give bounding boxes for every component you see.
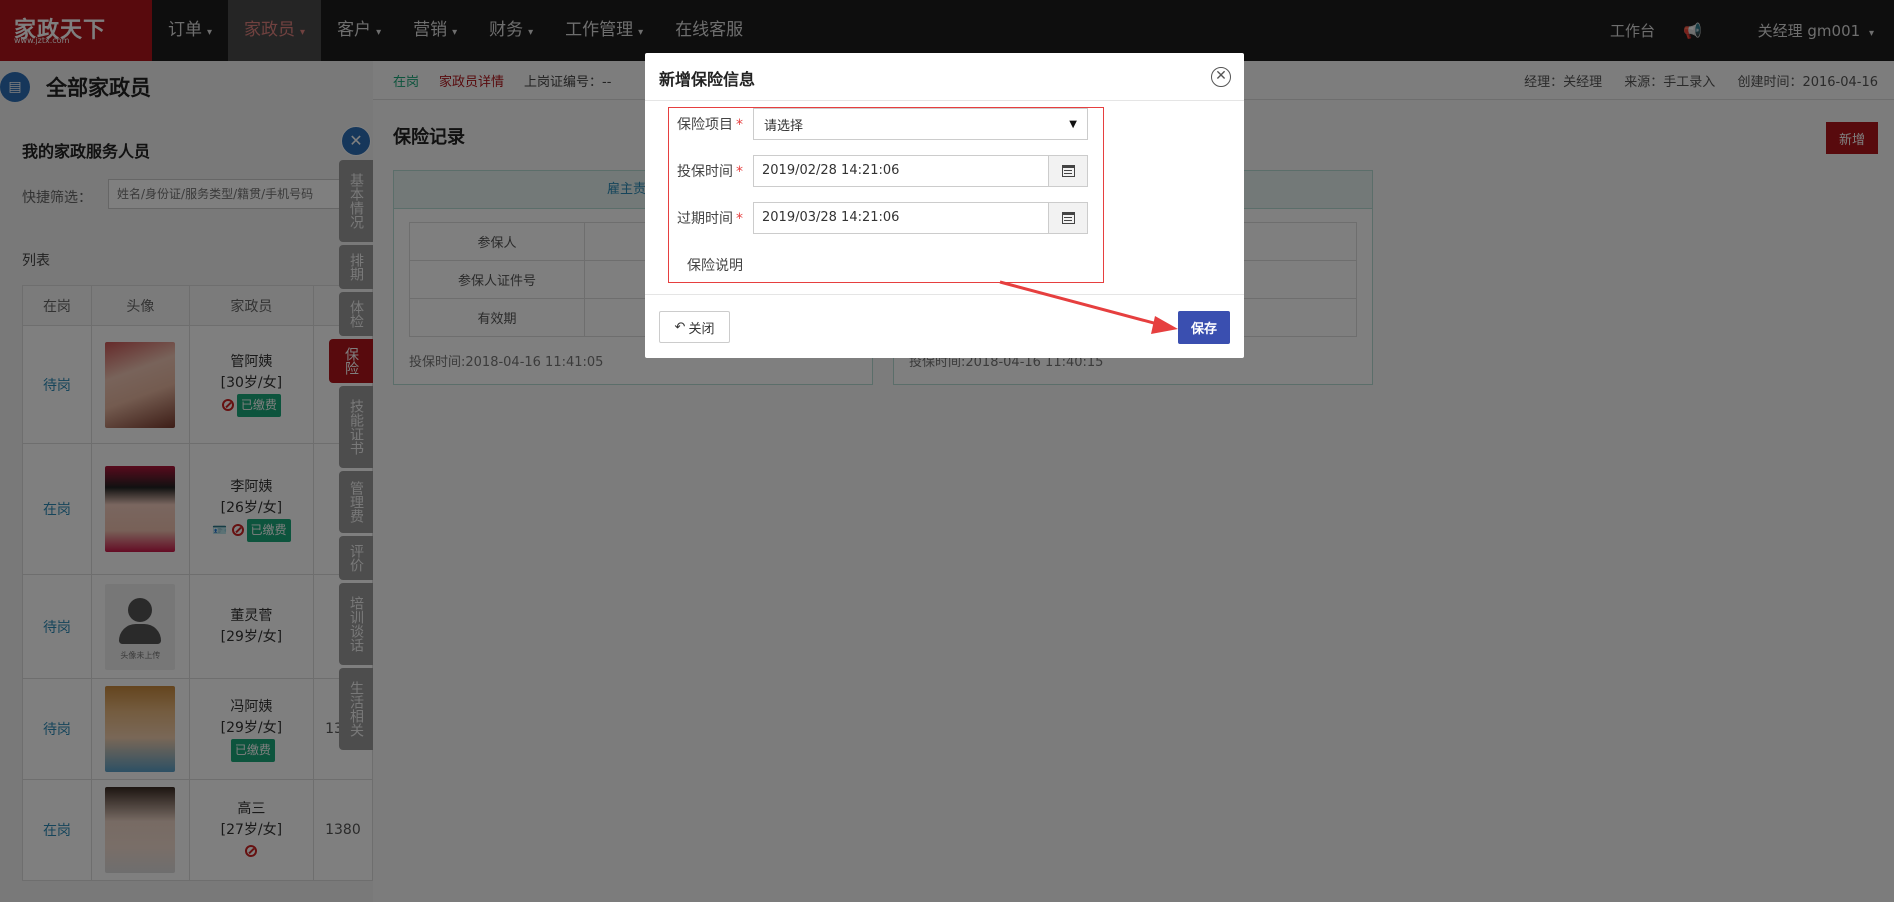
insurance-type-select[interactable]: 请选择 ▼ [753, 108, 1088, 140]
modal-footer: ↶ 关闭 保存 [645, 294, 1244, 358]
field-label: 保险说明 [687, 258, 743, 274]
calendar-button[interactable] [1049, 155, 1088, 187]
close-button[interactable]: ↶ 关闭 [659, 311, 730, 343]
form-row: 投保时间 * 2019/02/28 14:21:06 [669, 155, 1088, 187]
modal-header: 新增保险信息 ✕ [645, 53, 1244, 101]
highlight-box: 保险项目 * 请选择 ▼ 投保时间 * 2019/02/28 14:21:06 过期时… [668, 107, 1104, 283]
reply-icon: ↶ [674, 319, 686, 335]
expire-time-input[interactable]: 2019/03/28 14:21:06 [753, 202, 1049, 234]
close-icon[interactable]: ✕ [1211, 67, 1231, 87]
insured-time-input[interactable]: 2019/02/28 14:21:06 [753, 155, 1049, 187]
field-label: 投保时间 * [677, 164, 743, 180]
add-insurance-modal: 新增保险信息 ✕ 保险项目 * 请选择 ▼ 投保时间 * 2019/02/28 14:… [645, 53, 1244, 358]
save-button[interactable]: 保存 [1178, 311, 1230, 344]
form-row: 保险说明 [669, 249, 753, 281]
field-label: 过期时间 * [677, 211, 743, 227]
required-marker: * [736, 211, 743, 227]
required-marker: * [736, 117, 743, 133]
form-row: 过期时间 * 2019/03/28 14:21:06 [669, 202, 1088, 234]
calendar-icon [1061, 212, 1075, 224]
field-label: 保险项目 * [677, 117, 743, 133]
calendar-button[interactable] [1049, 202, 1088, 234]
caret-down-icon: ▼ [1069, 118, 1077, 130]
calendar-icon [1061, 165, 1075, 177]
form-row: 保险项目 * 请选择 ▼ [669, 108, 1088, 140]
required-marker: * [736, 164, 743, 180]
select-value: 请选择 [764, 118, 804, 134]
modal-title: 新增保险信息 [659, 70, 756, 89]
close-button-label: 关闭 [688, 321, 715, 337]
